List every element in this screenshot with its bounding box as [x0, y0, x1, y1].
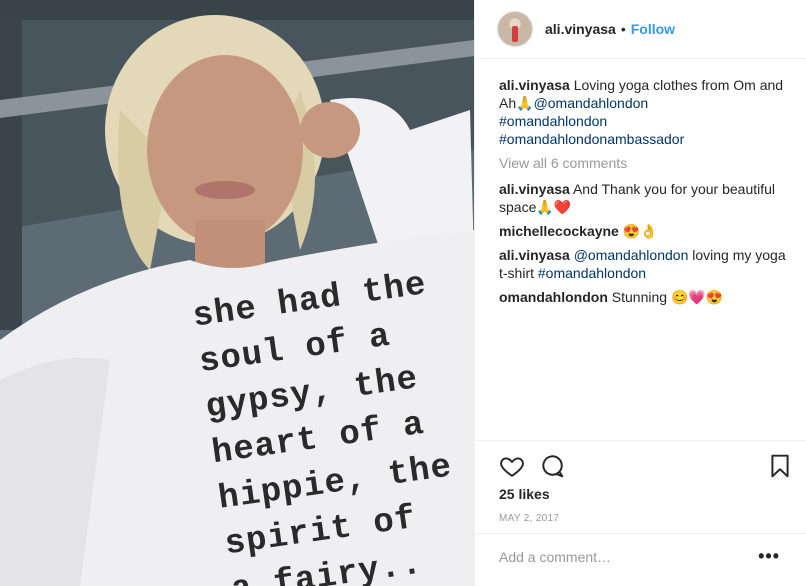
comment-username[interactable]: ali.vinyasa — [499, 247, 570, 263]
comment-bubble-icon[interactable] — [539, 453, 565, 484]
add-comment-divider — [475, 533, 806, 534]
comment-hashtag[interactable]: #omandahlondon — [538, 265, 646, 281]
list-item: michellecockayne 😍👌 — [499, 222, 795, 240]
view-all-comments-link[interactable]: View all 6 comments — [499, 154, 795, 172]
action-bar — [499, 453, 795, 481]
caption-hashtag[interactable]: #omandahlondonambassador — [499, 131, 684, 147]
post-date: MAY 2, 2017 — [499, 513, 560, 524]
caption-hashtag[interactable]: #omandahlondon — [499, 113, 607, 129]
list-item: ali.vinyasa And Thank you for your beaut… — [499, 180, 795, 216]
actions-divider — [475, 440, 806, 441]
shirt-slogan: she had the soul of a gypsy, the heart o… — [190, 266, 455, 586]
list-item: ali.vinyasa @omandahlondon loving my yog… — [499, 246, 795, 282]
avatar[interactable] — [497, 11, 533, 47]
comment-username[interactable]: michellecockayne — [499, 223, 619, 239]
post-photo[interactable]: she had the soul of a gypsy, the heart o… — [0, 0, 474, 586]
header-username[interactable]: ali.vinyasa — [545, 21, 616, 37]
comment-mention[interactable]: @omandahlondon — [574, 247, 689, 263]
heart-icon[interactable] — [499, 453, 525, 484]
add-comment-input[interactable]: Add a comment… — [499, 549, 795, 569]
more-options-icon[interactable]: ••• — [758, 546, 780, 567]
header-divider — [475, 58, 806, 59]
likes-count[interactable]: 25 likes — [499, 486, 550, 502]
header-separator: • — [620, 21, 626, 37]
caption: ali.vinyasa Loving yoga clothes from Om … — [499, 76, 795, 148]
comment-username[interactable]: omandahlondon — [499, 289, 608, 305]
list-item: omandahlondon Stunning 😊💗😍 — [499, 288, 795, 306]
caption-mention[interactable]: @omandahlondon — [534, 95, 649, 111]
caption-username[interactable]: ali.vinyasa — [499, 77, 570, 93]
post-header: ali.vinyasa • Follow — [475, 0, 806, 58]
bookmark-icon[interactable] — [767, 453, 793, 484]
comment-username[interactable]: ali.vinyasa — [499, 181, 570, 197]
comment-text: 😍👌 — [622, 223, 658, 239]
comment-text: Stunning 😊💗😍 — [611, 289, 724, 305]
post-side-panel: ali.vinyasa • Follow ali.vinyasa Loving … — [474, 0, 806, 586]
comments-list: ali.vinyasa Loving yoga clothes from Om … — [499, 76, 795, 312]
follow-button[interactable]: Follow — [631, 21, 675, 37]
